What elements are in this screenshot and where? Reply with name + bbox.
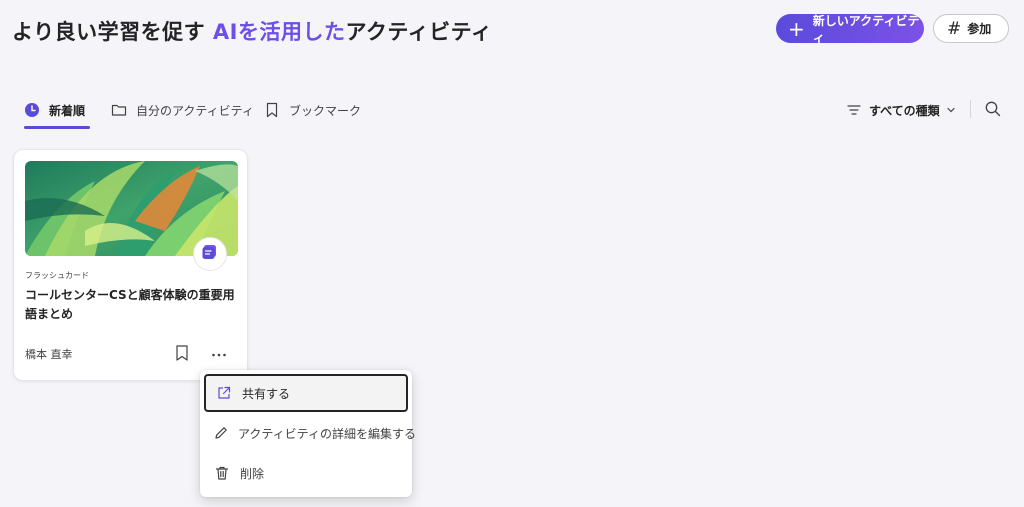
page-title-suffix: アクティビティ (345, 20, 493, 44)
filter-icon (847, 104, 861, 116)
join-label: 参加 (967, 22, 992, 36)
card-type-label: フラッシュカード (25, 271, 89, 280)
more-horizontal-icon (211, 345, 227, 361)
activity-card[interactable]: フラッシュカード コールセンターCSと顧客体験の重要用語まとめ 橋本 直幸 (13, 149, 248, 381)
page-title: より良い学習を促す AIを活用したアクティビティ (12, 16, 492, 46)
menu-item-delete[interactable]: 削除 (204, 454, 408, 492)
flashcard-icon (201, 243, 219, 265)
new-activity-label: 新しいアクティビティ (812, 13, 920, 45)
flashcard-badge (193, 237, 227, 271)
toolbar-divider (970, 100, 971, 118)
tab-my-activities[interactable]: 自分のアクティビティ (111, 98, 254, 122)
card-title: コールセンターCSと顧客体験の重要用語まとめ (25, 288, 235, 321)
pencil-icon (213, 424, 229, 442)
tab-bookmarks[interactable]: ブックマーク (264, 98, 361, 122)
type-filter-dropdown[interactable]: すべての種類 (847, 101, 956, 119)
type-filter-label: すべての種類 (869, 103, 940, 118)
active-tab-indicator (24, 126, 90, 129)
page-title-accent: AIを活用した (212, 20, 346, 44)
card-bookmark-button[interactable] (174, 344, 190, 362)
menu-item-edit-details-label: アクティビティの詳細を編集する (238, 426, 416, 441)
hash-icon: # (947, 18, 962, 39)
chevron-down-icon (946, 106, 956, 114)
trash-icon (213, 464, 231, 482)
card-author: 橋本 直幸 (25, 348, 73, 361)
folder-icon (111, 102, 127, 118)
tab-my-activities-label: 自分のアクティビティ (136, 103, 254, 118)
new-activity-button[interactable]: + 新しいアクティビティ (776, 13, 924, 45)
bookmark-icon (174, 345, 190, 366)
join-button[interactable]: # 参加 (933, 14, 1009, 43)
share-icon (215, 384, 233, 402)
tab-newest-label: 新着順 (49, 103, 86, 118)
plus-icon: + (788, 16, 805, 41)
tab-newest[interactable]: 新着順 (24, 98, 85, 122)
menu-item-delete-label: 削除 (240, 466, 265, 481)
menu-item-share[interactable]: 共有する (204, 374, 408, 412)
tab-bookmarks-label: ブックマーク (289, 103, 362, 118)
clock-icon (24, 102, 40, 118)
page-title-prefix: より良い学習を促す (12, 20, 213, 44)
search-icon (984, 101, 1002, 122)
search-button[interactable] (984, 100, 1002, 118)
menu-item-edit-details[interactable]: アクティビティの詳細を編集する (204, 414, 416, 452)
card-context-menu: 共有する アクティビティの詳細を編集する 削除 (200, 370, 416, 497)
bookmark-icon (264, 102, 280, 118)
menu-item-share-label: 共有する (242, 386, 291, 401)
card-more-button[interactable] (210, 344, 228, 362)
